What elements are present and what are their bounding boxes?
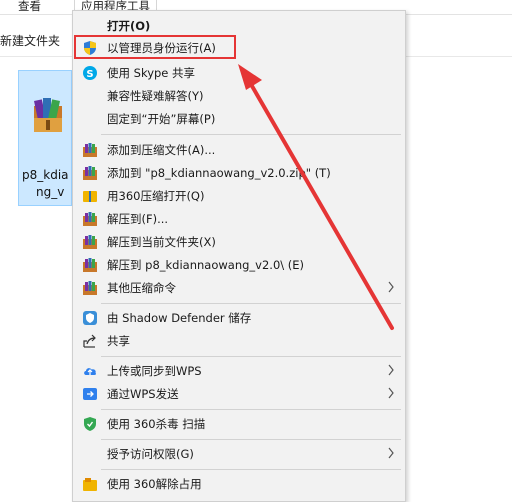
annotation-arrow-icon (238, 64, 394, 330)
